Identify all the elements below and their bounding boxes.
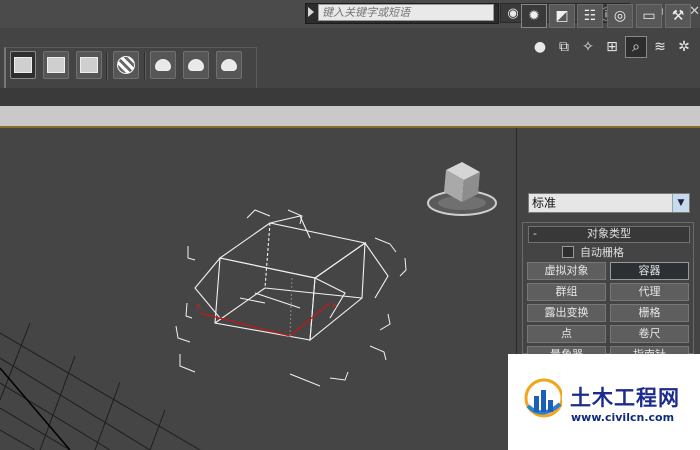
hammer-icon: ⚒: [671, 8, 685, 24]
binoculars-icon[interactable]: ◉: [504, 5, 522, 21]
autogrid-label: 自动栅格: [580, 246, 624, 259]
gizmo-axis-y: y: [196, 301, 201, 310]
material-editor-button[interactable]: [113, 51, 139, 79]
menu-strip: [0, 88, 700, 106]
create-tab[interactable]: ✹: [521, 4, 547, 28]
render-teapot-icon: [221, 59, 237, 71]
sphere-icon: ●: [533, 39, 547, 55]
schematic-view-button[interactable]: [76, 51, 102, 79]
expose-transform-button[interactable]: 露出变换: [527, 304, 606, 322]
render-production-button[interactable]: [216, 51, 242, 79]
chevron-down-icon[interactable]: ▼: [672, 194, 689, 212]
point-button[interactable]: 点: [527, 325, 606, 343]
autogrid-checkbox[interactable]: 自动栅格: [562, 244, 682, 260]
watermark-title: 土木工程网: [570, 386, 680, 410]
spacewarps-category-button[interactable]: ≋: [649, 36, 671, 58]
helper-icon: ⌕: [632, 39, 640, 55]
crowd-button[interactable]: 群组: [527, 283, 606, 301]
expand-arrow-icon[interactable]: [308, 7, 314, 17]
rendered-frame-button[interactable]: [183, 51, 209, 79]
rollout-header[interactable]: - 对象类型: [528, 226, 690, 243]
category-dropdown[interactable]: 标准 ▼: [528, 193, 690, 213]
transform-gizmo[interactable]: y x: [196, 277, 337, 337]
search-input[interactable]: [318, 4, 494, 21]
rollout-title: 对象类型: [587, 227, 631, 240]
utilities-tab[interactable]: ⚒: [665, 4, 691, 28]
perspective-viewport[interactable]: y x: [0, 128, 516, 450]
display-icon: ▭: [642, 8, 656, 24]
infocenter-search: [305, 3, 499, 24]
gear-icon: ✲: [678, 39, 690, 55]
category-value: 标准: [532, 196, 557, 210]
layer-manager-icon: [14, 57, 32, 73]
motion-tab[interactable]: ◎: [607, 4, 633, 28]
spacewarp-icon: ≋: [654, 39, 666, 55]
grid-button[interactable]: 栅格: [610, 304, 689, 322]
geometry-category-button[interactable]: ●: [529, 36, 551, 58]
modify-icon: ◩: [555, 8, 569, 24]
curve-editor-icon: [47, 57, 65, 73]
watermark-url: www.civilcn.com: [571, 411, 675, 424]
helpers-category-button[interactable]: ⌕: [625, 36, 647, 58]
watermark-logo: [524, 378, 562, 418]
rendered-frame-icon: [188, 59, 204, 71]
render-setup-icon: [155, 59, 171, 71]
tape-button[interactable]: 卷尺: [610, 325, 689, 343]
camera-icon: ⊞: [606, 39, 618, 55]
ribbon-strip: [0, 106, 700, 128]
dummy-button[interactable]: 虚拟对象: [527, 262, 606, 280]
schematic-view-icon: [80, 57, 98, 73]
scene-explorer-button[interactable]: [10, 51, 36, 79]
collapse-icon: -: [533, 227, 537, 240]
shapes-icon: ⧉: [559, 39, 569, 55]
create-icon: ✹: [528, 8, 540, 24]
selection-brackets: [175, 209, 407, 387]
light-icon: ✧: [582, 39, 594, 55]
motion-icon: ◎: [613, 8, 627, 24]
viewcube-icon[interactable]: [427, 162, 497, 216]
cameras-category-button[interactable]: ⊞: [601, 36, 623, 58]
box-wireframe[interactable]: [194, 215, 389, 342]
checkbox-box[interactable]: [562, 246, 574, 258]
shapes-category-button[interactable]: ⧉: [553, 36, 575, 58]
display-tab[interactable]: ▭: [636, 4, 662, 28]
material-editor-icon: [117, 56, 135, 74]
hierarchy-tab[interactable]: ☷: [577, 4, 603, 28]
hierarchy-icon: ☷: [583, 8, 597, 24]
viewport-canvas: y x: [0, 162, 497, 450]
toolbar-separator: [106, 52, 108, 80]
render-setup-button[interactable]: [150, 51, 176, 79]
curve-editor-button[interactable]: [43, 51, 69, 79]
lights-category-button[interactable]: ✧: [577, 36, 599, 58]
delegate-button[interactable]: 代理: [610, 283, 689, 301]
watermark: 土木工程网 www.civilcn.com: [508, 354, 700, 450]
home-grid: [0, 322, 201, 450]
gizmo-axis-x: x: [332, 301, 337, 310]
systems-category-button[interactable]: ✲: [673, 36, 695, 58]
toolbar-separator: [144, 52, 146, 80]
modify-tab[interactable]: ◩: [549, 4, 575, 28]
grid-axis-line: [0, 367, 71, 450]
container-button[interactable]: 容器: [610, 262, 689, 280]
